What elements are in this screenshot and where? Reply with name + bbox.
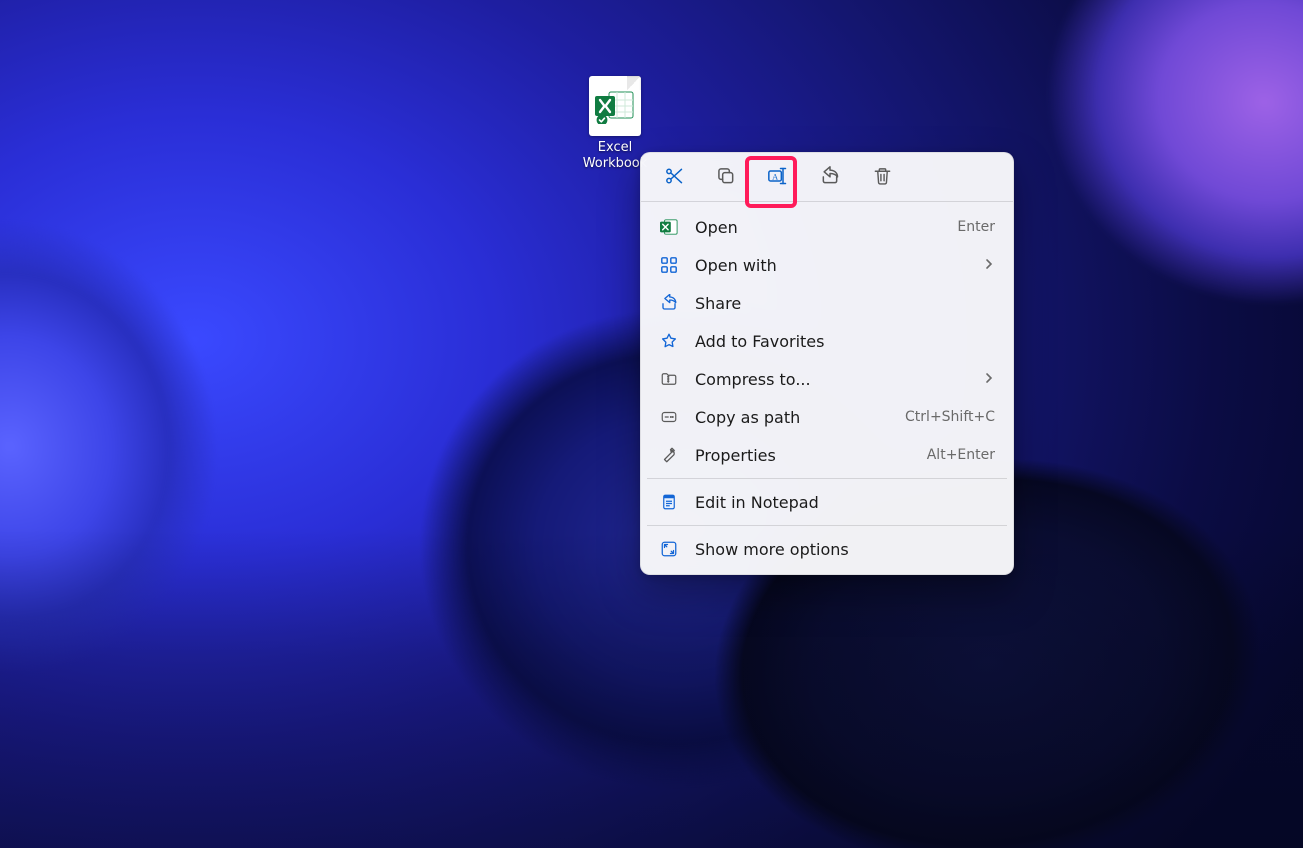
copy-path-icon <box>659 407 679 427</box>
star-icon <box>659 331 679 351</box>
menu-item-label: Properties <box>695 446 911 465</box>
menu-item-share[interactable]: Share <box>647 284 1007 322</box>
expand-icon <box>659 539 679 559</box>
menu-item-label: Add to Favorites <box>695 332 995 351</box>
menu-item-copy-as-path[interactable]: Copy as path Ctrl+Shift+C <box>647 398 1007 436</box>
file-context-menu: A <box>640 152 1014 575</box>
excel-small-icon <box>659 217 679 237</box>
menu-item-properties[interactable]: Properties Alt+Enter <box>647 436 1007 474</box>
file-thumbnail <box>589 76 641 136</box>
scissors-icon <box>664 166 684 186</box>
menu-item-shortcut: Enter <box>957 219 995 235</box>
share-button[interactable] <box>819 165 841 187</box>
menu-item-shortcut: Alt+Enter <box>927 447 995 463</box>
menu-item-label: Open with <box>695 256 967 275</box>
zip-folder-icon <box>659 369 679 389</box>
rename-icon: A <box>767 166 789 186</box>
menu-item-label: Edit in Notepad <box>695 493 995 512</box>
wrench-icon <box>659 445 679 465</box>
menu-item-shortcut: Ctrl+Shift+C <box>905 409 995 425</box>
excel-app-icon <box>595 90 635 124</box>
delete-button[interactable] <box>871 165 893 187</box>
menu-separator <box>641 201 1013 202</box>
menu-separator <box>647 478 1007 479</box>
cut-button[interactable] <box>663 165 685 187</box>
menu-item-edit-in-notepad[interactable]: Edit in Notepad <box>647 483 1007 521</box>
chevron-right-icon <box>983 370 995 388</box>
context-quick-toolbar: A <box>641 153 1013 197</box>
copy-icon <box>716 166 736 186</box>
menu-item-compress[interactable]: Compress to... <box>647 360 1007 398</box>
menu-item-label: Open <box>695 218 941 237</box>
menu-item-show-more-options[interactable]: Show more options <box>647 530 1007 568</box>
svg-text:A: A <box>772 172 778 181</box>
menu-separator <box>647 525 1007 526</box>
trash-icon <box>873 166 892 186</box>
menu-item-open[interactable]: Open Enter <box>647 208 1007 246</box>
menu-item-label: Share <box>695 294 995 313</box>
menu-item-label: Copy as path <box>695 408 889 427</box>
menu-item-add-favorites[interactable]: Add to Favorites <box>647 322 1007 360</box>
copy-button[interactable] <box>715 165 737 187</box>
chevron-right-icon <box>983 256 995 274</box>
menu-item-open-with[interactable]: Open with <box>647 246 1007 284</box>
share-icon <box>659 293 679 313</box>
rename-button[interactable]: A <box>767 165 789 187</box>
menu-item-label: Show more options <box>695 540 995 559</box>
share-arrow-icon <box>820 166 840 186</box>
open-with-icon <box>659 255 679 275</box>
menu-item-label: Compress to... <box>695 370 967 389</box>
notepad-icon <box>659 492 679 512</box>
